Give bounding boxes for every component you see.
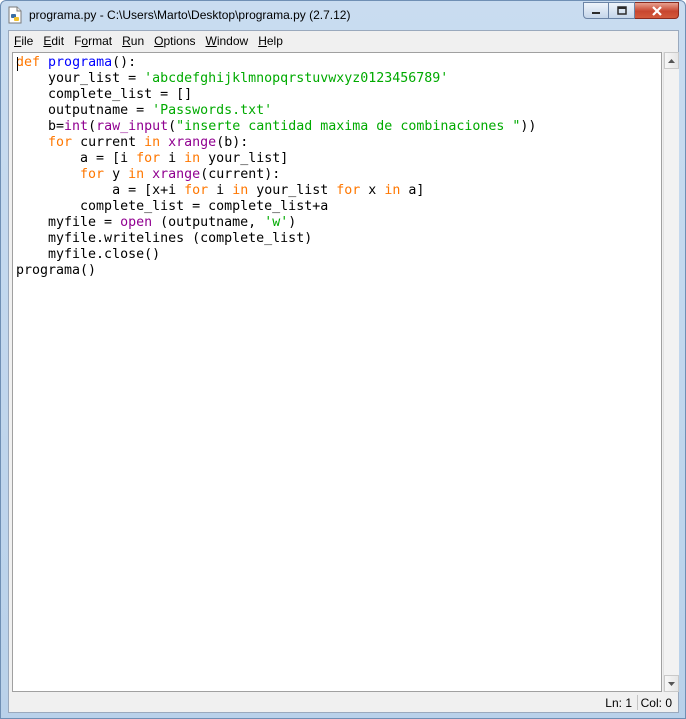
code-line[interactable]: outputname = 'Passwords.txt' bbox=[16, 103, 661, 119]
code-token: current bbox=[72, 135, 145, 150]
menu-help[interactable]: Help bbox=[253, 31, 288, 51]
maximize-icon bbox=[616, 6, 627, 15]
minimize-icon bbox=[592, 11, 600, 14]
scroll-down-button[interactable] bbox=[664, 675, 679, 692]
code-line[interactable]: a = [x+i for i in your_list for x in a] bbox=[16, 183, 661, 199]
window-title: programa.py - C:\Users\Marto\Desktop\pro… bbox=[29, 8, 351, 22]
code-token: def bbox=[16, 55, 41, 70]
code-token: in bbox=[144, 135, 161, 150]
code-token: in bbox=[384, 183, 401, 198]
code-line[interactable]: complete_list = complete_list+a bbox=[16, 199, 661, 215]
code-token: in bbox=[232, 183, 249, 198]
status-column: Col: 0 bbox=[640, 696, 672, 710]
code-token: i bbox=[208, 183, 233, 198]
code-token: 'Passwords.txt' bbox=[152, 103, 273, 118]
code-token: programa() bbox=[16, 263, 97, 278]
code-line[interactable]: programa() bbox=[16, 263, 661, 279]
scroll-down-icon bbox=[668, 681, 675, 686]
close-icon bbox=[651, 5, 662, 16]
code-line[interactable]: for current in xrange(b): bbox=[16, 135, 661, 151]
idle-editor-window: programa.py - C:\Users\Marto\Desktop\pro… bbox=[0, 0, 686, 719]
scroll-up-button[interactable] bbox=[664, 52, 679, 69]
menu-edit[interactable]: Edit bbox=[38, 31, 69, 51]
code-token: myfile.writelines (complete_list) bbox=[16, 231, 313, 246]
code-token: outputname = bbox=[16, 103, 153, 118]
code-token: b= bbox=[16, 119, 65, 134]
code-token: ( bbox=[88, 119, 97, 134]
code-line[interactable]: myfile.close() bbox=[16, 247, 661, 263]
text-cursor bbox=[17, 57, 18, 71]
code-line[interactable]: myfile = open (outputname, 'w') bbox=[16, 215, 661, 231]
code-token: open bbox=[120, 215, 153, 230]
code-token: in bbox=[128, 167, 145, 182]
title-bar[interactable]: programa.py - C:\Users\Marto\Desktop\pro… bbox=[1, 1, 685, 29]
code-token: programa bbox=[48, 55, 113, 70]
code-token: for bbox=[80, 167, 105, 182]
code-token: int bbox=[64, 119, 89, 134]
code-token: your_list bbox=[248, 183, 337, 198]
code-token: complete_list = [] bbox=[16, 87, 193, 102]
menu-run[interactable]: Run bbox=[117, 31, 149, 51]
code-token: "inserte cantidad maxima de combinacione… bbox=[176, 119, 521, 134]
code-token: (current): bbox=[200, 167, 281, 182]
code-token: myfile.close() bbox=[16, 247, 161, 262]
code-token: for bbox=[336, 183, 361, 198]
vertical-scrollbar[interactable] bbox=[663, 52, 679, 692]
status-separator bbox=[637, 695, 638, 710]
code-token: xrange bbox=[152, 167, 201, 182]
menu-options[interactable]: Options bbox=[149, 31, 200, 51]
menu-file[interactable]: File bbox=[9, 31, 38, 51]
code-token: y bbox=[104, 167, 129, 182]
code-line[interactable]: a = [i for i in your_list] bbox=[16, 151, 661, 167]
code-token: ) bbox=[288, 215, 297, 230]
maximize-button[interactable] bbox=[609, 2, 635, 19]
code-token: a = [i bbox=[16, 151, 137, 166]
code-token: a = [x+i bbox=[16, 183, 185, 198]
code-token: complete_list = complete_list+a bbox=[16, 199, 329, 214]
code-token: 'w' bbox=[264, 215, 289, 230]
code-token: raw_input bbox=[96, 119, 169, 134]
code-line[interactable]: myfile.writelines (complete_list) bbox=[16, 231, 661, 247]
code-token: for bbox=[136, 151, 161, 166]
close-button[interactable] bbox=[635, 2, 679, 19]
code-editor[interactable]: def programa(): your_list = 'abcdefghijk… bbox=[12, 52, 662, 692]
code-token: a] bbox=[400, 183, 425, 198]
menu-window[interactable]: Window bbox=[201, 31, 254, 51]
code-line[interactable]: b=int(raw_input("inserte cantidad maxima… bbox=[16, 119, 661, 135]
code-token: myfile = bbox=[16, 215, 121, 230]
code-line[interactable]: complete_list = [] bbox=[16, 87, 661, 103]
code-token: ( bbox=[168, 119, 177, 134]
code-line[interactable]: def programa(): bbox=[16, 55, 661, 71]
minimize-button[interactable] bbox=[583, 2, 609, 19]
code-token: your_list] bbox=[200, 151, 289, 166]
code-token: (): bbox=[112, 55, 137, 70]
code-line[interactable]: your_list = 'abcdefghijklmnopqrstuvwxyz0… bbox=[16, 71, 661, 87]
code-token: (b): bbox=[216, 135, 249, 150]
status-line: Ln: 1 bbox=[605, 696, 632, 710]
window-controls bbox=[583, 2, 679, 20]
code-line[interactable]: for y in xrange(current): bbox=[16, 167, 661, 183]
code-token: x bbox=[360, 183, 385, 198]
code-token: for bbox=[48, 135, 73, 150]
code-token: for bbox=[184, 183, 209, 198]
menu-bar: File Edit Format Run Options Window Help bbox=[9, 31, 678, 51]
scroll-up-icon bbox=[668, 58, 675, 63]
code-token: your_list = bbox=[16, 71, 145, 86]
code-token: xrange bbox=[168, 135, 217, 150]
client-area: File Edit Format Run Options Window Help… bbox=[8, 30, 679, 713]
code-token: i bbox=[160, 151, 185, 166]
status-bar: Ln: 1 Col: 0 bbox=[9, 693, 678, 712]
python-file-icon[interactable] bbox=[7, 6, 23, 24]
code-token: )) bbox=[520, 119, 537, 134]
code-token: in bbox=[184, 151, 201, 166]
code-text[interactable]: def programa(): your_list = 'abcdefghijk… bbox=[13, 53, 661, 279]
code-token: (outputname, bbox=[152, 215, 265, 230]
code-token: 'abcdefghijklmnopqrstuvwxyz0123456789' bbox=[144, 71, 449, 86]
menu-format[interactable]: Format bbox=[69, 31, 117, 51]
